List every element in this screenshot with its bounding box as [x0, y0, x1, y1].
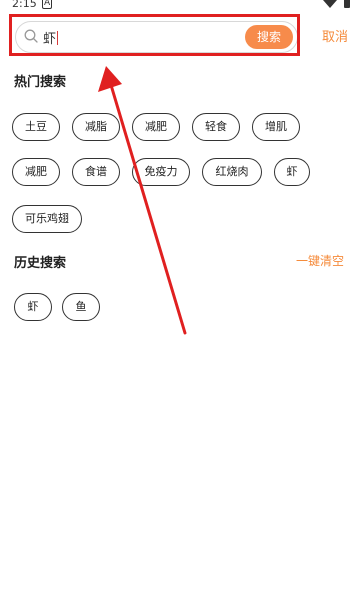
- history-search-title: 历史搜索: [14, 256, 67, 271]
- hot-tag[interactable]: 减肥: [12, 158, 60, 186]
- status-time: 2:15: [12, 0, 37, 10]
- hot-tag[interactable]: 土豆: [12, 113, 60, 141]
- hot-tag[interactable]: 免疫力: [132, 158, 190, 186]
- history-tag[interactable]: 鱼: [62, 293, 100, 321]
- hot-tag[interactable]: 虾: [274, 158, 310, 186]
- hot-tag[interactable]: 增肌: [252, 113, 300, 141]
- hot-search-title: 热门搜索: [14, 75, 67, 90]
- hot-tag[interactable]: 轻食: [192, 113, 240, 141]
- history-tag[interactable]: 虾: [14, 293, 52, 321]
- text-caret: [57, 31, 59, 45]
- annotation-arrow: [98, 66, 187, 335]
- search-icon: [24, 29, 38, 43]
- hot-tag[interactable]: 红烧肉: [202, 158, 262, 186]
- search-bar: 虾 搜索 取消: [0, 14, 360, 58]
- battery-icon: [344, 0, 350, 8]
- hot-tag[interactable]: 减脂: [72, 113, 120, 141]
- notification-icon: A: [42, 0, 53, 9]
- search-value: 虾: [43, 31, 59, 47]
- hot-tag[interactable]: 可乐鸡翅: [12, 205, 82, 233]
- cancel-button[interactable]: 取消: [322, 26, 348, 45]
- clear-history-button[interactable]: 一键清空: [296, 252, 344, 269]
- hot-tag[interactable]: 食谱: [72, 158, 120, 186]
- search-button[interactable]: 搜索: [245, 25, 293, 49]
- search-input[interactable]: 虾 搜索: [15, 21, 298, 53]
- status-bar: 2:15 A: [0, 0, 360, 14]
- wifi-icon: [323, 0, 337, 8]
- hot-tag[interactable]: 减肥: [132, 113, 180, 141]
